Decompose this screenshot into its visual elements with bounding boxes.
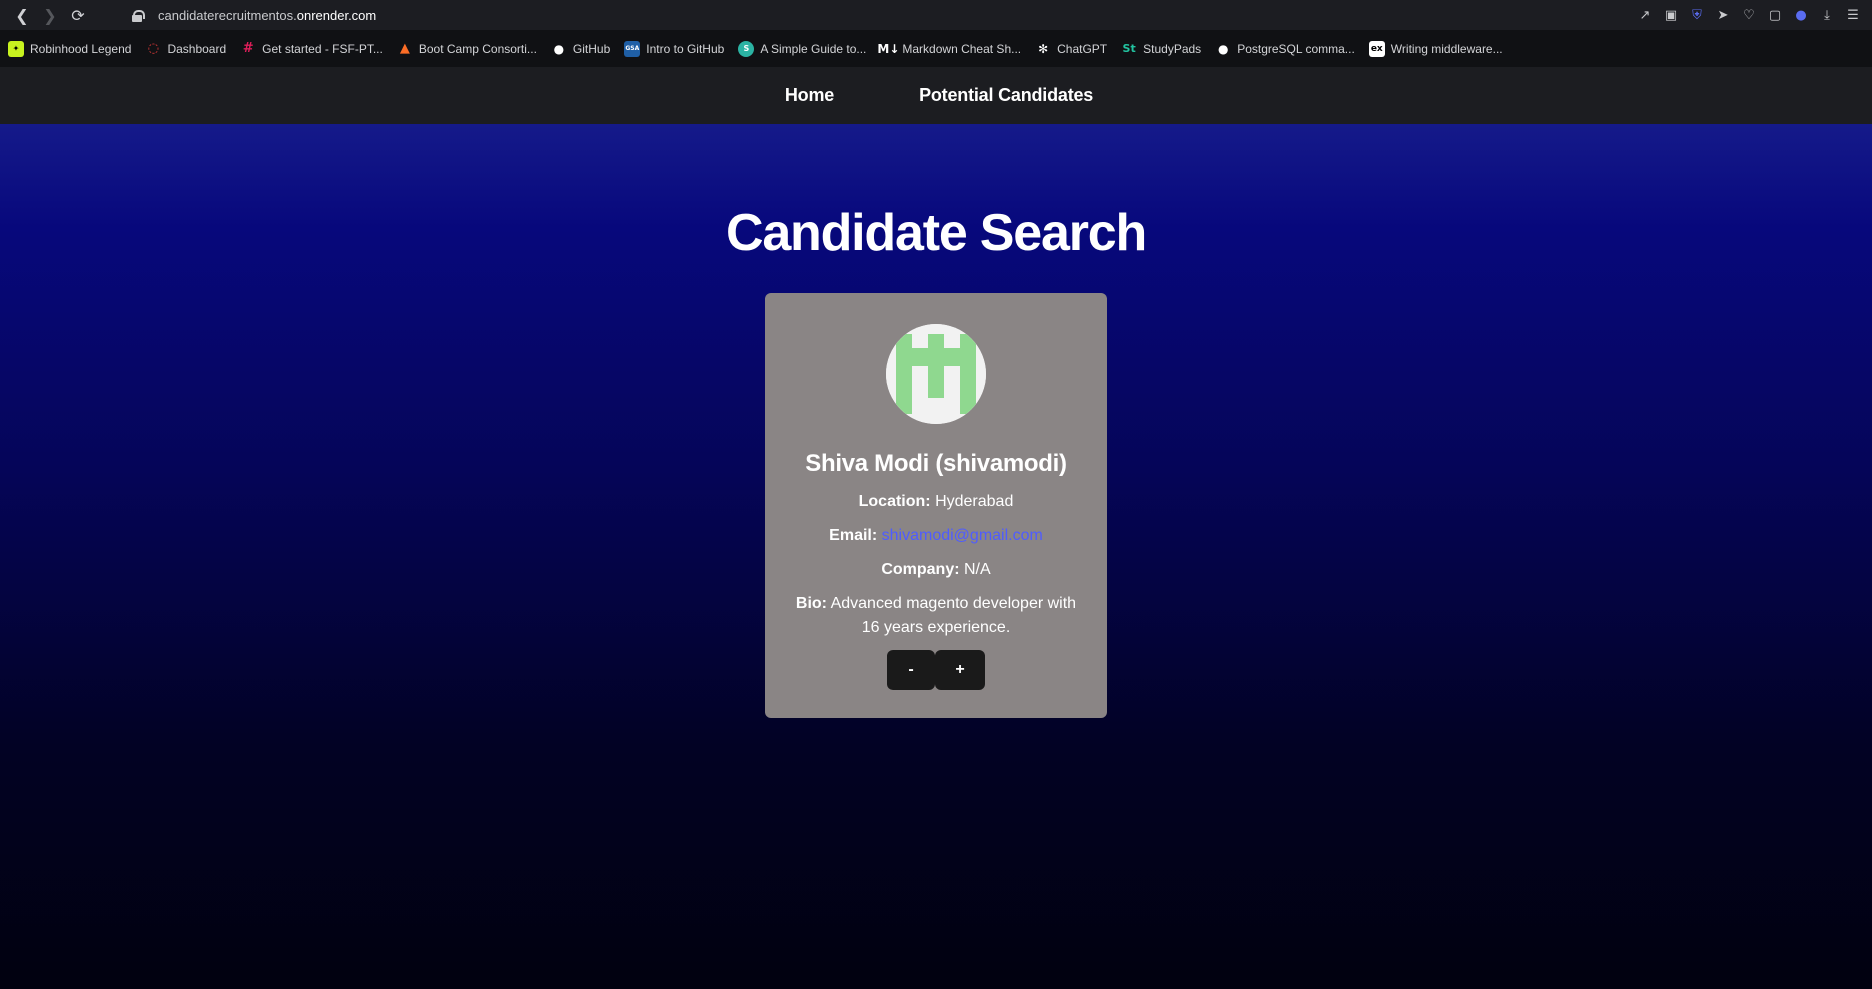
download-icon[interactable]: ⤓ bbox=[1816, 4, 1838, 26]
address-bar[interactable]: candidaterecruitmentos. onrender.com bbox=[132, 8, 376, 23]
bookmark-label: Boot Camp Consorti... bbox=[418, 41, 537, 56]
bio-label: Bio: bbox=[795, 595, 828, 612]
express-icon: ex bbox=[1368, 40, 1385, 57]
bookmark-label: PostgreSQL comma... bbox=[1237, 41, 1355, 56]
github-icon: ● bbox=[1217, 41, 1229, 56]
settings-icon[interactable]: ☰ bbox=[1842, 4, 1864, 26]
company-label: Company: bbox=[881, 561, 960, 578]
nav-home-link[interactable]: Home bbox=[785, 85, 834, 106]
bookmark-label: Intro to GitHub bbox=[646, 41, 725, 56]
bookmark-item[interactable]: ex Writing middleware... bbox=[1368, 40, 1503, 57]
bookmark-item[interactable]: ● GitHub bbox=[551, 41, 611, 57]
lock-icon bbox=[132, 9, 145, 22]
bookmark-item[interactable]: ✻ ChatGPT bbox=[1035, 41, 1107, 57]
candidate-name: Shiva Modi (shivamodi) bbox=[805, 450, 1067, 477]
bookmark-item[interactable]: # Get started - FSF-PT... bbox=[240, 41, 383, 57]
bookmark-item[interactable]: GSA Intro to GitHub bbox=[624, 40, 725, 57]
markdown-icon: M↓ bbox=[877, 41, 900, 56]
email-link[interactable]: shivamodi@gmail.com bbox=[882, 527, 1043, 544]
app-navbar: Home Potential Candidates bbox=[0, 67, 1872, 124]
bookmark-item[interactable]: ◌ Dashboard bbox=[145, 41, 226, 57]
bookmark-item[interactable]: M↓ Markdown Cheat Sh... bbox=[877, 41, 1022, 57]
bookmark-label: Markdown Cheat Sh... bbox=[902, 41, 1022, 56]
candidate-company: Company: N/A bbox=[881, 558, 990, 582]
candidate-bio: Bio: Advanced magento developer with 16 … bbox=[786, 592, 1086, 640]
url-prefix: candidaterecruitmentos. bbox=[158, 7, 297, 23]
bookmark-item[interactable]: ✦ Robinhood Legend bbox=[8, 40, 132, 57]
profile-icon[interactable]: ● bbox=[1790, 4, 1812, 26]
gitlab-icon: ▲ bbox=[399, 41, 410, 56]
bio-value: Advanced magento developer with 16 years… bbox=[830, 595, 1077, 636]
bookmark-label: A Simple Guide to... bbox=[760, 41, 867, 56]
company-value: N/A bbox=[964, 561, 991, 578]
browser-toolbar: ❮ ❯ ⟳ candidaterecruitmentos. onrender.co… bbox=[0, 0, 1872, 30]
bookmark-item[interactable]: ● PostgreSQL comma... bbox=[1215, 41, 1355, 57]
guide-icon: S bbox=[738, 40, 755, 57]
main-content: Candidate Search Shiva Modi (shivamodi) … bbox=[0, 124, 1872, 989]
bookmarks-bar: ✦ Robinhood Legend ◌ Dashboard # Get started … bbox=[0, 30, 1872, 67]
reject-button[interactable]: - bbox=[887, 650, 935, 690]
bookmark-label: Robinhood Legend bbox=[30, 41, 132, 56]
location-label: Location: bbox=[858, 493, 931, 510]
bookmark-label: GitHub bbox=[572, 41, 611, 56]
bookmark-label: ChatGPT bbox=[1057, 41, 1108, 56]
bookmark-label: Writing middleware... bbox=[1390, 41, 1503, 56]
bookmark-item[interactable]: S A Simple Guide to... bbox=[738, 40, 867, 57]
shield-icon[interactable]: ⛨ bbox=[1686, 4, 1708, 26]
bookmark-item[interactable]: ▲ Boot Camp Consorti... bbox=[397, 41, 537, 57]
share-icon[interactable]: ↗ bbox=[1634, 4, 1656, 26]
bookmark-label: Dashboard bbox=[167, 41, 227, 56]
candidate-location: Location: Hyderabad bbox=[859, 490, 1014, 514]
identicon-icon bbox=[886, 324, 986, 424]
send-icon[interactable]: ➤ bbox=[1712, 4, 1734, 26]
gsa-icon: GSA bbox=[624, 40, 641, 57]
bookmark-item[interactable]: St StudyPads bbox=[1121, 41, 1202, 57]
forward-icon[interactable]: ❯ bbox=[36, 3, 64, 27]
back-icon[interactable]: ❮ bbox=[8, 3, 36, 27]
nav-potential-candidates-link[interactable]: Potential Candidates bbox=[919, 85, 1093, 106]
bookmark-label: Get started - FSF-PT... bbox=[262, 41, 383, 56]
chatgpt-icon: ✻ bbox=[1038, 41, 1049, 56]
page-title: Candidate Search bbox=[725, 204, 1147, 262]
dashboard-icon: ◌ bbox=[147, 41, 160, 56]
candidate-actions: - + bbox=[887, 650, 985, 690]
email-label: Email: bbox=[829, 527, 878, 544]
save-candidate-button[interactable]: + bbox=[935, 650, 985, 690]
avatar bbox=[886, 324, 986, 424]
location-value: Hyderabad bbox=[935, 493, 1014, 510]
cube-icon[interactable]: ▢ bbox=[1764, 4, 1786, 26]
heart-icon[interactable]: ♡ bbox=[1738, 4, 1760, 26]
candidate-card: Shiva Modi (shivamodi) Location: Hyderab… bbox=[765, 293, 1107, 718]
slack-icon: # bbox=[242, 41, 254, 56]
robinhood-icon: ✦ bbox=[8, 40, 24, 57]
studypads-icon: St bbox=[1122, 42, 1136, 55]
reload-icon[interactable]: ⟳ bbox=[64, 3, 92, 27]
github-icon: ● bbox=[553, 41, 565, 56]
bookmark-label: StudyPads bbox=[1143, 41, 1202, 56]
url-host: onrender.com bbox=[296, 7, 377, 23]
candidate-email: Email: shivamodi@gmail.com bbox=[829, 524, 1043, 548]
screenshot-icon[interactable]: ▣ bbox=[1660, 4, 1682, 26]
